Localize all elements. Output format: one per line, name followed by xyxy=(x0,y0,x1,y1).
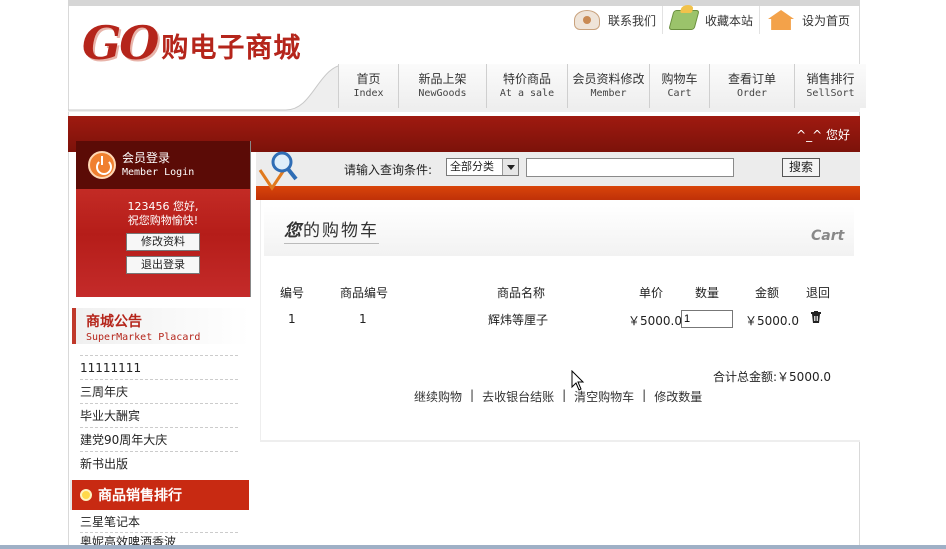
nav-order[interactable]: 查看订单 Order xyxy=(709,64,794,108)
notice-list: 11111111 三周年庆 毕业大酬宾 建党90周年大庆 新书出版 xyxy=(80,355,238,475)
member-login-box: 会员登录 Member Login 123456 您好, 祝您购物愉快! 修改资… xyxy=(76,141,251,297)
category-select[interactable]: 全部分类 xyxy=(446,158,519,176)
nav-sell-sort-cn: 销售排行 xyxy=(806,72,855,86)
nav-member[interactable]: 会员资料修改 Member xyxy=(567,64,649,108)
category-select-value: 全部分类 xyxy=(450,160,494,173)
cart-total: 合计总金额:￥5000.0 xyxy=(713,370,832,384)
login-wish: 祝您购物愉快! xyxy=(127,214,199,227)
separator: | xyxy=(642,388,647,402)
separator: | xyxy=(470,388,475,402)
logout-button[interactable]: 退出登录 xyxy=(126,256,200,274)
nav-cart-cn: 购物车 xyxy=(661,72,698,86)
cart-actions: 继续购物 | 去收银台结账 | 清空购物车 | 修改数量 xyxy=(414,388,702,405)
nav-index[interactable]: 首页 Index xyxy=(338,64,398,108)
set-homepage-label: 设为首页 xyxy=(802,13,851,28)
notice-header: 商城公告 SuperMarket Placard xyxy=(72,308,250,344)
logo-latin: GO xyxy=(82,16,159,70)
nav-order-cn: 查看订单 xyxy=(727,72,776,86)
sales-ranking-title: 商品销售排行 xyxy=(98,488,182,504)
bottom-bar xyxy=(0,545,946,549)
logo-cn: 购电子商城 xyxy=(161,33,302,64)
col-no: 编号 xyxy=(280,286,305,300)
home-icon xyxy=(768,10,795,30)
cart-title-bold: 您 xyxy=(284,221,303,241)
col-return: 退回 xyxy=(806,286,831,300)
sales-ranking-header: 商品销售排行 xyxy=(70,480,249,510)
notice-item[interactable]: 11111111 xyxy=(80,355,238,379)
nav-sale-cn: 特价商品 xyxy=(502,72,551,86)
main-nav: 首页 Index 新品上架 NewGoods 特价商品 At a sale 会员… xyxy=(338,64,866,108)
notice-item[interactable]: 毕业大酬宾 xyxy=(80,403,238,427)
notice-item[interactable]: 建党90周年大庆 xyxy=(80,427,238,451)
sales-ranking-list: 三星笔记本 奥妮高效啤酒香波 xyxy=(80,513,238,549)
set-homepage-link[interactable]: 设为首页 xyxy=(759,6,856,34)
nav-index-en: Index xyxy=(353,88,384,99)
nav-new-goods-cn: 新品上架 xyxy=(418,72,467,86)
page: GO 购电子商城 联系我们 收藏本站 设为首页 首页 Index 新品上架 Ne… xyxy=(0,0,946,549)
nav-member-en: Member xyxy=(590,88,627,99)
login-message: 123456 您好, 祝您购物愉快! xyxy=(76,200,250,228)
nav-sale[interactable]: 特价商品 At a sale xyxy=(486,64,567,108)
top-links: 联系我们 收藏本站 设为首页 xyxy=(566,6,856,34)
cell-goods-id: 1 xyxy=(359,312,367,326)
cell-amount: ￥5000.0 xyxy=(745,314,799,328)
site-logo[interactable]: GO 购电子商城 xyxy=(82,14,301,66)
separator: | xyxy=(562,388,567,402)
bookmark-icon xyxy=(668,10,700,30)
search-label: 请输入查询条件: xyxy=(344,163,433,177)
nav-sell-sort-en: SellSort xyxy=(806,88,855,99)
nav-new-goods-en: NewGoods xyxy=(418,88,467,99)
ranking-item[interactable]: 三星笔记本 xyxy=(80,513,238,532)
quantity-input[interactable] xyxy=(681,310,733,328)
cart-title-rest: 的购物车 xyxy=(303,221,379,241)
continue-shopping-link[interactable]: 继续购物 xyxy=(414,388,462,405)
login-title: 会员登录 Member Login xyxy=(122,151,194,179)
login-title-en: Member Login xyxy=(122,167,195,178)
mouse-cursor-icon xyxy=(571,370,585,391)
notice-item[interactable]: 新书出版 xyxy=(80,451,238,475)
bookmark-label: 收藏本站 xyxy=(705,13,754,28)
magnifier-icon xyxy=(258,151,298,191)
nav-cart[interactable]: 购物车 Cart xyxy=(649,64,709,108)
bullet-icon xyxy=(80,489,92,501)
cart-title: 您的购物车 xyxy=(284,216,379,244)
notice-title-en: SuperMarket Placard xyxy=(86,332,201,343)
col-qty: 数量 xyxy=(695,286,720,300)
nav-member-cn: 会员资料修改 xyxy=(572,72,645,86)
col-price: 单价 xyxy=(639,286,664,300)
notice-item[interactable]: 三周年庆 xyxy=(80,379,238,403)
col-goods-id: 商品编号 xyxy=(340,286,389,300)
chevron-down-icon[interactable] xyxy=(502,159,518,175)
checkout-link[interactable]: 去收银台结账 xyxy=(482,388,554,405)
contact-us-label: 联系我们 xyxy=(608,13,657,28)
power-icon xyxy=(88,151,116,179)
bookmark-link[interactable]: 收藏本站 xyxy=(662,6,759,34)
notice-title-cn: 商城公告 xyxy=(86,314,142,330)
cart-title-en: Cart xyxy=(811,228,845,244)
cell-price: ￥5000.0 xyxy=(628,314,682,328)
login-header: 会员登录 Member Login xyxy=(76,141,250,189)
nav-cart-en: Cart xyxy=(667,88,692,99)
nav-new-goods[interactable]: 新品上架 NewGoods xyxy=(398,64,486,108)
edit-profile-button[interactable]: 修改资料 xyxy=(126,233,200,251)
cell-no: 1 xyxy=(288,312,296,326)
col-name: 商品名称 xyxy=(497,286,546,300)
phone-icon xyxy=(574,10,600,30)
nav-index-cn: 首页 xyxy=(356,72,381,86)
login-title-cn: 会员登录 xyxy=(122,151,171,165)
login-greeting: 123456 您好, xyxy=(127,200,199,213)
nav-sell-sort[interactable]: 销售排行 SellSort xyxy=(794,64,866,108)
nav-sale-en: At a sale xyxy=(499,88,555,99)
contact-us-link[interactable]: 联系我们 xyxy=(566,6,662,34)
nav-order-en: Order xyxy=(736,88,768,99)
search-button[interactable]: 搜索 xyxy=(782,158,820,177)
trash-icon[interactable] xyxy=(811,311,821,323)
redbar-greeting: ^_^ 您好 xyxy=(796,128,850,142)
search-input[interactable] xyxy=(526,158,734,177)
col-amount: 金额 xyxy=(755,286,780,300)
search-bar-underline xyxy=(256,186,860,200)
cell-name[interactable]: 辉炜等厘子 xyxy=(488,311,548,328)
update-quantity-link[interactable]: 修改数量 xyxy=(654,388,702,405)
